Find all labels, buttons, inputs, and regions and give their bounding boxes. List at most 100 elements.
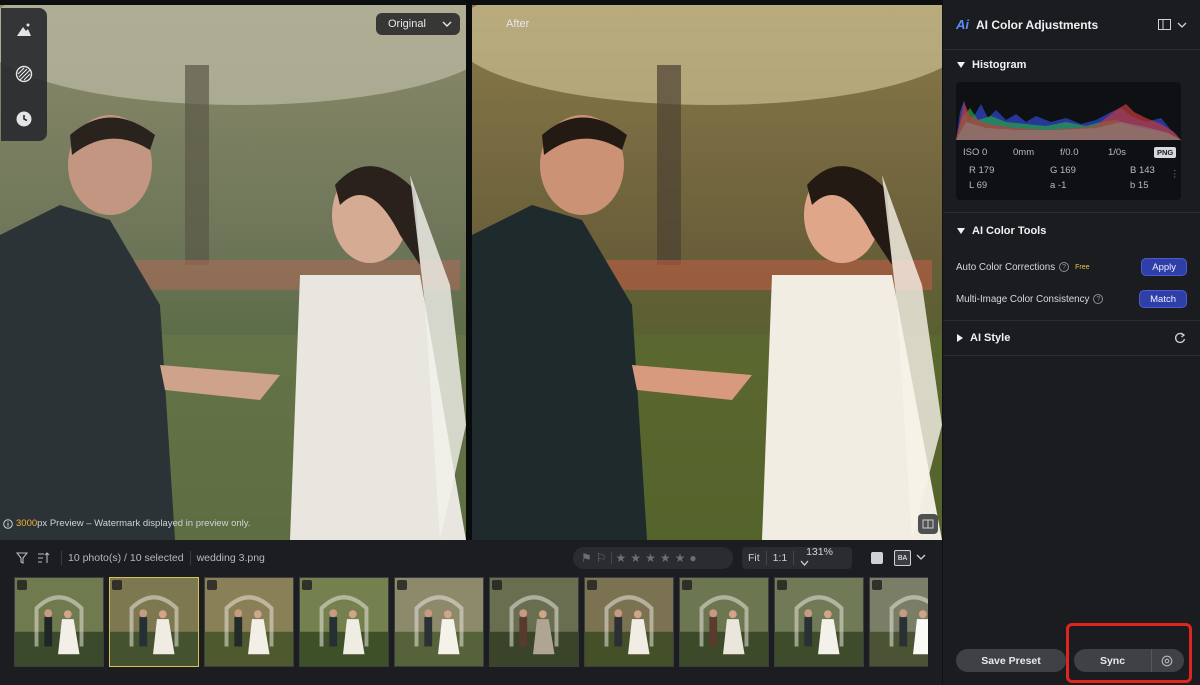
ai-tone-icon[interactable] <box>9 15 39 45</box>
thumbnail[interactable] <box>109 577 199 667</box>
help-icon[interactable]: ? <box>1093 294 1104 304</box>
panel-title: AI Color Adjustments <box>976 17 1099 32</box>
thumbnail[interactable] <box>584 577 674 667</box>
exif-aperture: f/0.0 <box>1060 146 1079 158</box>
thumbnail-image <box>395 578 483 666</box>
filter-icon[interactable] <box>11 552 33 564</box>
tool-rail <box>1 8 47 141</box>
history-icon[interactable] <box>9 104 39 134</box>
multi-image-label: Multi-Image Color Consistency <box>956 293 1090 305</box>
edited-badge-icon <box>587 580 597 590</box>
photo-count: 10 photo(s) / 10 selected <box>68 552 184 564</box>
pixel-l: L 69 <box>969 180 988 191</box>
thumbnail-image <box>490 578 578 666</box>
save-preset-button[interactable]: Save Preset <box>956 649 1066 672</box>
current-filename: wedding 3.png <box>196 552 265 564</box>
triangle-right-icon <box>957 334 963 342</box>
histogram-section-toggle[interactable]: Histogram <box>943 51 1200 79</box>
color-label-icon[interactable]: ● <box>689 551 696 565</box>
edited-badge-icon <box>17 580 27 590</box>
zoom-fit-button[interactable]: Fit <box>742 552 766 564</box>
flag-reject-icon[interactable]: ⚐ <box>596 551 607 565</box>
compare-view-button[interactable] <box>918 514 938 534</box>
star-icon[interactable]: ★ <box>616 551 627 565</box>
help-icon[interactable]: ? <box>1059 262 1070 272</box>
histogram: ISO 0 0mm f/0.0 1/0s PNG R 179 G 169 B 1… <box>956 82 1181 200</box>
zoom-percent: 131% <box>806 546 833 558</box>
more-icon[interactable]: ⋮ <box>1170 169 1180 180</box>
before-after-view-button[interactable]: BA <box>894 550 911 566</box>
flag-pick-icon[interactable]: ⚑ <box>581 551 592 565</box>
thumbnail[interactable] <box>394 577 484 667</box>
thumbnail[interactable] <box>869 577 928 667</box>
sort-icon[interactable] <box>33 552 55 564</box>
multi-image-row: Multi-Image Color Consistency ? Match <box>943 283 1200 315</box>
chevron-down-icon[interactable] <box>1177 21 1187 29</box>
thumbnail[interactable] <box>774 577 864 667</box>
edited-badge-icon <box>207 580 217 590</box>
pixel-b-lab: b 15 <box>1130 180 1149 191</box>
histogram-graph <box>956 100 1181 140</box>
chevron-down-icon[interactable] <box>916 552 926 562</box>
star-icon[interactable]: ★ <box>660 551 671 565</box>
preview-note-text: px Preview – Watermark displayed in prev… <box>37 518 251 529</box>
chevron-down-icon <box>800 560 809 566</box>
single-view-icon[interactable] <box>871 552 883 564</box>
color-tools-toggle[interactable]: AI Color Tools <box>943 217 1200 245</box>
adjustments-panel: Ai AI Color Adjustments Histogram ISO 0 … <box>942 0 1200 685</box>
thumbnail[interactable] <box>204 577 294 667</box>
after-label: After <box>506 18 530 30</box>
star-icon[interactable]: ★ <box>675 551 686 565</box>
edited-badge-icon <box>682 580 692 590</box>
exif-info: ISO 0 0mm f/0.0 1/0s PNG <box>956 143 1181 161</box>
ai-logo-icon: Ai <box>956 17 969 32</box>
thumbnail-image <box>775 578 863 666</box>
preview-note: 3000px Preview – Watermark displayed in … <box>3 518 250 529</box>
rating-separator <box>610 552 612 564</box>
zoom-controls: Fit 1:1 131% <box>742 546 852 570</box>
exif-shutter: 1/0s <box>1108 146 1126 158</box>
zoom-1to1-button[interactable]: 1:1 <box>767 552 794 564</box>
ai-style-toggle[interactable]: AI Style <box>943 324 1200 352</box>
triangle-down-icon <box>957 62 965 68</box>
zoom-percent-select[interactable]: 131% <box>794 546 852 570</box>
thumbnail-image <box>585 578 673 666</box>
thumbnail-image <box>300 578 388 666</box>
sync-highlight-annotation <box>1066 623 1192 683</box>
info-icon <box>3 518 13 529</box>
thumbnail-list <box>14 577 928 667</box>
histogram-label: Histogram <box>972 59 1027 71</box>
book-open-icon <box>922 519 934 529</box>
image-viewer: Original After 3000px Preview – Watermar… <box>0 0 942 540</box>
toolbar-separator <box>61 551 62 565</box>
panel-layout-icon[interactable] <box>1158 19 1171 30</box>
match-button[interactable]: Match <box>1139 290 1187 308</box>
panel-header: Ai AI Color Adjustments <box>943 0 1200 50</box>
pixel-b: B 143 <box>1130 165 1155 176</box>
apply-button[interactable]: Apply <box>1141 258 1187 276</box>
star-icon[interactable]: ★ <box>630 551 641 565</box>
before-image[interactable] <box>0 5 466 540</box>
before-version-select[interactable]: Original <box>376 13 460 35</box>
thumbnail[interactable] <box>679 577 769 667</box>
after-image[interactable] <box>472 5 942 540</box>
thumbnail[interactable] <box>489 577 579 667</box>
thumbnail-image <box>15 578 103 666</box>
pixel-r: R 179 <box>969 165 995 176</box>
color-tools-label: AI Color Tools <box>972 225 1047 237</box>
color-tools-section: AI Color Tools Auto Color Corrections ? … <box>943 212 1200 315</box>
auto-color-row: Auto Color Corrections ? Free Apply <box>943 251 1200 283</box>
edited-badge-icon <box>302 580 312 590</box>
ai-style-section: AI Style <box>943 320 1200 356</box>
reset-icon[interactable] <box>1174 332 1186 344</box>
edited-badge-icon <box>777 580 787 590</box>
wedding-photo-original <box>0 5 466 540</box>
thumbnail-image <box>205 578 293 666</box>
pattern-icon[interactable] <box>9 59 39 89</box>
thumbnail[interactable] <box>299 577 389 667</box>
star-icon[interactable]: ★ <box>645 551 656 565</box>
edited-badge-icon <box>112 580 122 590</box>
edited-badge-icon <box>492 580 502 590</box>
thumbnail[interactable] <box>14 577 104 667</box>
toolbar-separator <box>189 551 191 565</box>
